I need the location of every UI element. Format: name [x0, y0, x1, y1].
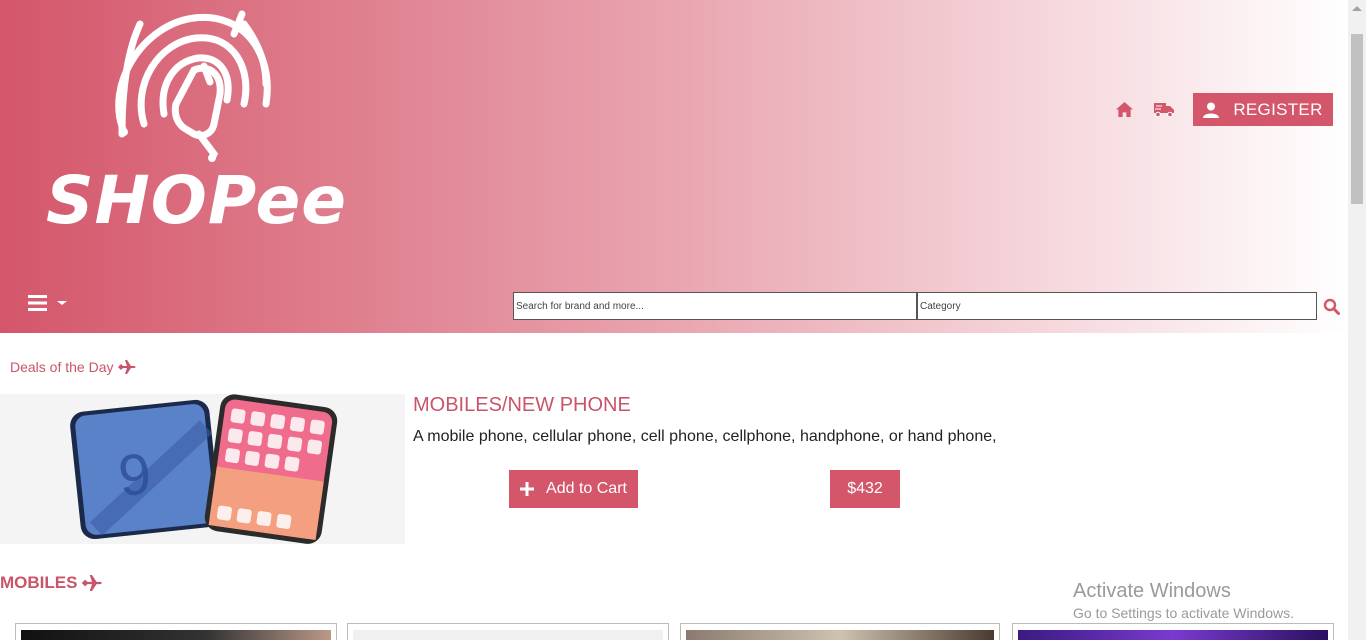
register-label: REGISTER [1233, 99, 1323, 119]
truck-icon[interactable] [1153, 99, 1175, 121]
section-title-mobiles[interactable]: MOBILES [0, 573, 103, 593]
category-input[interactable] [917, 292, 1317, 320]
plus-icon [520, 482, 535, 496]
deal-product-image[interactable]: 9 [0, 394, 405, 544]
page: SHOPee REGISTER Deals of the [0, 0, 1348, 640]
search-input[interactable] [513, 292, 917, 320]
plane-icon [82, 575, 103, 591]
caret-down-icon [57, 301, 67, 305]
product-cards [15, 623, 1335, 640]
windows-activation-watermark: Activate Windows Go to Settings to activ… [1073, 580, 1294, 621]
product-thumbnail [1018, 630, 1328, 640]
deal-product-title[interactable]: MOBILES/NEW PHONE [413, 394, 631, 417]
price-badge: $432 [830, 470, 900, 508]
deals-label-text: Deals of the Day [10, 359, 114, 375]
watermark-title: Activate Windows [1073, 580, 1231, 602]
header-nav: REGISTER [1113, 93, 1333, 126]
header: SHOPee REGISTER [0, 0, 1348, 333]
bars-icon [28, 295, 47, 311]
vertical-scrollbar[interactable] [1348, 0, 1366, 640]
plane-icon [117, 360, 135, 374]
product-thumbnail [686, 630, 994, 640]
add-to-cart-label: Add to Cart [546, 480, 627, 497]
register-button[interactable]: REGISTER [1193, 93, 1333, 126]
deals-of-the-day-label[interactable]: Deals of the Day [10, 359, 136, 375]
search-bar [513, 292, 1341, 320]
menu-toggle[interactable] [28, 294, 68, 312]
add-to-cart-button[interactable]: Add to Cart [509, 470, 638, 508]
user-icon [1203, 102, 1220, 118]
scrollbar-thumb[interactable] [1351, 34, 1363, 204]
product-card[interactable] [680, 623, 1000, 640]
svg-text:9: 9 [115, 441, 154, 509]
product-thumbnail [21, 630, 331, 640]
section-title-text: MOBILES [0, 573, 78, 592]
home-icon[interactable] [1113, 99, 1135, 121]
product-thumbnail [353, 630, 663, 640]
product-card[interactable] [1012, 623, 1334, 640]
product-card[interactable] [15, 623, 337, 640]
scroll-up-arrow-icon[interactable] [1352, 6, 1362, 11]
search-button[interactable] [1321, 294, 1341, 318]
brand-name: SHOPee [46, 162, 348, 239]
deal-product-description: A mobile phone, cellular phone, cell pho… [413, 428, 997, 445]
search-icon [1323, 298, 1340, 315]
product-card[interactable] [347, 623, 669, 640]
watermark-subtitle: Go to Settings to activate Windows. [1073, 605, 1294, 621]
